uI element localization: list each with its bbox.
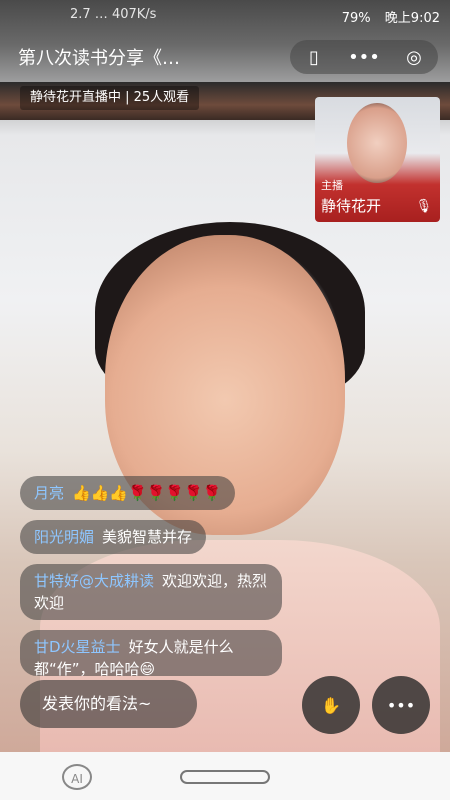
anchor-video-pip[interactable]: 主播 静待花开 🎙 [315,97,440,222]
home-indicator[interactable] [180,770,270,784]
chat-text: 👍👍👍🌹🌹🌹🌹🌹 [72,484,222,502]
capsule-menu[interactable]: ▯ ••• ◎ [290,40,438,74]
chat-nick: 阳光明媚 [34,528,95,546]
viewer-info: 静待花开直播中 | 25人观看 [20,86,200,110]
comment-input[interactable]: 发表你的看法~ [20,680,197,728]
chat-nick: 甘特好@大成耕读 [34,572,155,590]
room-title: 第八次读书分享《… [18,48,180,69]
status-bar: 2.7 … 407K/s 79% 晚上9:02 [0,0,450,30]
anchor-face [347,103,407,183]
battery-level: 79% [341,11,371,26]
anchor-name: 静待花开 [321,197,382,215]
anchor-tag: 主播 [321,179,343,192]
system-nav-bar: AI [0,752,450,800]
status-right: 79% 晚上9:02 [342,7,440,26]
chat-message: 甘D火星益士 好女人就是什么都“作”，哈哈哈😄 [20,630,282,676]
more-icon[interactable]: ••• [340,40,388,74]
network-status: 2.7 … 407K/s [70,7,157,22]
more-options-button[interactable]: ••• [372,676,430,734]
chat-nick: 月亮 [34,484,65,502]
chat-list: 月亮 👍👍👍🌹🌹🌹🌹🌹 阳光明媚 美貌智慧并存 甘特好@大成耕读 欢迎欢迎，热烈欢迎 … [20,476,310,686]
chat-text: 美貌智慧并存 [102,528,193,546]
chat-message: 月亮 👍👍👍🌹🌹🌹🌹🌹 [20,476,236,510]
chat-nick: 甘D火星益士 [34,638,121,656]
chat-message: 甘特好@大成耕读 欢迎欢迎，热烈欢迎 [20,564,282,620]
close-icon[interactable]: ◎ [390,40,438,74]
app-logo-icon[interactable]: AI [62,764,92,790]
top-bar: 第八次读书分享《… ▯ ••• ◎ [0,30,450,82]
hand-icon[interactable]: ✋ [302,676,360,734]
mic-icon: 🎙 [415,199,432,214]
profile-icon[interactable]: ▯ [290,40,338,74]
clock: 晚上9:02 [384,11,440,26]
chat-message: 阳光明媚 美貌智慧并存 [20,520,207,554]
